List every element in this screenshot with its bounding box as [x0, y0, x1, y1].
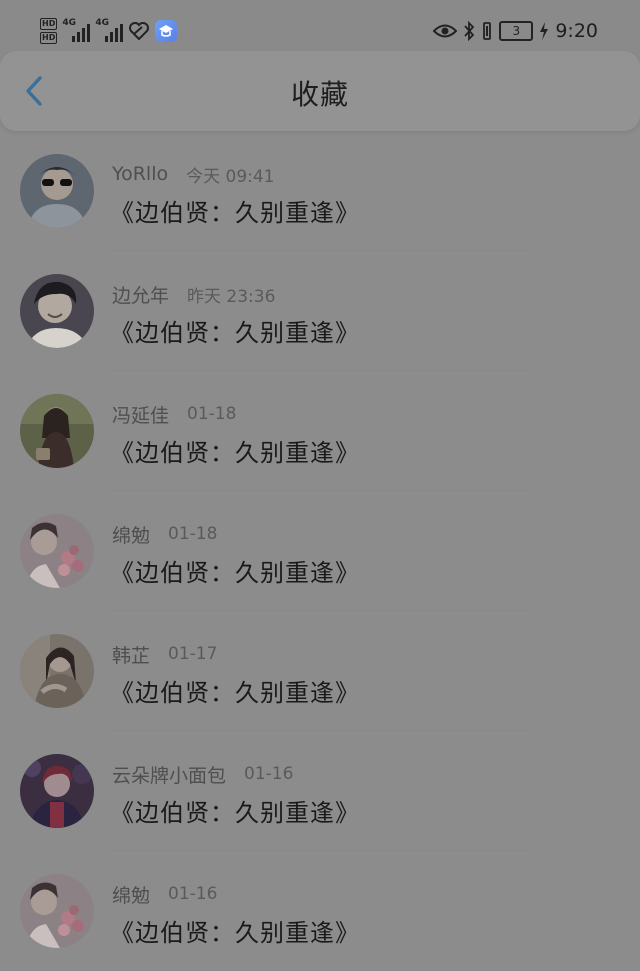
author-name: 绵勉 — [112, 524, 151, 547]
charging-icon — [540, 22, 549, 40]
post-title: 《边伯贤：久别重逢》 — [110, 679, 360, 707]
list-item[interactable]: YoRllo 今天 09:41 《边伯贤：久别重逢》 — [0, 131, 640, 251]
bluetooth-icon — [464, 21, 475, 41]
author-name: 冯延佳 — [112, 404, 170, 427]
avatar[interactable] — [20, 274, 94, 348]
item-meta: 云朵牌小面包 01-16 — [112, 761, 293, 787]
hd-indicator: HD HD — [40, 18, 58, 44]
clock: 9:20 — [555, 20, 598, 42]
timestamp: 01-18 — [168, 524, 218, 544]
list-item[interactable]: 边允年 昨天 23:36 《边伯贤：久别重逢》 — [0, 251, 640, 371]
vibrate-icon — [483, 22, 492, 40]
item-meta: 绵勉 01-16 — [112, 881, 217, 907]
timestamp: 01-17 — [168, 644, 218, 664]
avatar[interactable] — [20, 514, 94, 588]
post-title: 《边伯贤：久别重逢》 — [110, 559, 360, 587]
hd-label-top: HD — [40, 18, 58, 30]
item-meta: 边允年 昨天 23:36 — [112, 281, 275, 307]
author-name: 韩芷 — [112, 644, 151, 667]
page-title: 收藏 — [290, 78, 349, 111]
list-item[interactable]: 韩芷 01-17 《边伯贤：久别重逢》 — [0, 611, 640, 731]
status-bar-left: HD HD 4G 4G — [40, 14, 178, 48]
timestamp: 01-16 — [244, 764, 294, 784]
header: 收藏 — [0, 51, 640, 131]
network-type-label: 4G — [95, 18, 109, 28]
education-app-icon — [155, 20, 178, 42]
timestamp: 01-18 — [187, 404, 237, 424]
post-title: 《边伯贤：久别重逢》 — [110, 799, 360, 827]
item-meta: 绵勉 01-18 — [112, 521, 217, 547]
timestamp: 01-16 — [168, 884, 218, 904]
avatar[interactable] — [20, 874, 94, 948]
author-name: 边允年 — [112, 284, 170, 307]
timestamp: 今天 09:41 — [186, 166, 275, 187]
post-title: 《边伯贤：久别重逢》 — [110, 439, 360, 467]
post-title: 《边伯贤：久别重逢》 — [110, 919, 360, 947]
item-meta: 韩芷 01-17 — [112, 641, 217, 667]
signal-icon: 4G — [95, 18, 124, 42]
favorites-list: YoRllo 今天 09:41 《边伯贤：久别重逢》 边允年 昨天 23:36 … — [0, 131, 640, 971]
eye-icon — [433, 24, 458, 38]
list-item[interactable]: 云朵牌小面包 01-16 《边伯贤：久别重逢》 — [0, 731, 640, 851]
post-title: 《边伯贤：久别重逢》 — [110, 319, 360, 347]
timestamp: 昨天 23:36 — [187, 286, 276, 307]
author-name: 云朵牌小面包 — [112, 764, 227, 787]
network-type-label: 4G — [62, 18, 76, 28]
status-bar-right: 3 9:20 — [433, 14, 598, 48]
author-name: 绵勉 — [112, 884, 151, 907]
item-meta: 冯延佳 01-18 — [112, 401, 236, 427]
avatar[interactable] — [20, 154, 94, 228]
avatar[interactable] — [20, 394, 94, 468]
list-item[interactable]: 绵勉 01-16 《边伯贤：久别重逢》 — [0, 851, 640, 971]
heart-link-icon — [129, 22, 150, 41]
hd-label-bottom: HD — [40, 32, 58, 44]
list-item[interactable]: 绵勉 01-18 《边伯贤：久别重逢》 — [0, 491, 640, 611]
author-name: YoRllo — [112, 163, 169, 185]
post-title: 《边伯贤：久别重逢》 — [110, 199, 360, 227]
avatar[interactable] — [20, 634, 94, 708]
item-meta: YoRllo 今天 09:41 — [112, 161, 275, 187]
avatar[interactable] — [20, 754, 94, 828]
battery-icon: 3 — [499, 21, 534, 41]
signal-icon: 4G — [62, 18, 91, 42]
list-item[interactable]: 冯延佳 01-18 《边伯贤：久别重逢》 — [0, 371, 640, 491]
